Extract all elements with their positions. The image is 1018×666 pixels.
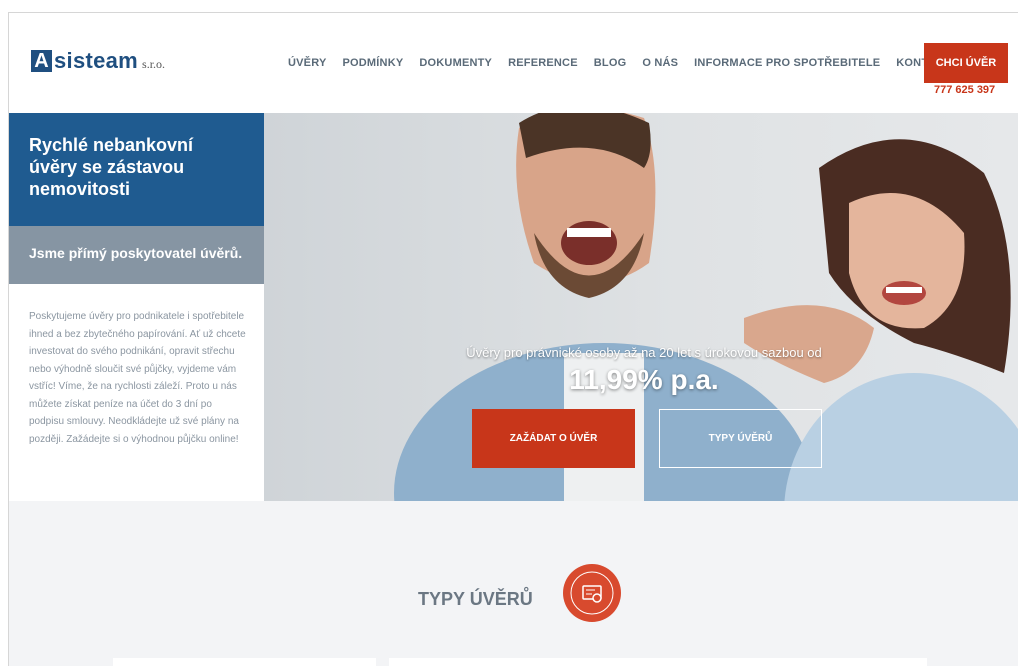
hero-rate: 11,99% p.a. <box>569 364 719 395</box>
hero-image-panel: Úvěry pro právnické osoby až na 20 let s… <box>264 113 1018 501</box>
nav-item-blog[interactable]: BLOG <box>594 57 627 69</box>
hero-subtitle: Jsme přímý poskytovatel úvěrů. <box>9 226 264 284</box>
logo-mark: A <box>31 50 52 72</box>
phone-number[interactable]: 777 625 397 <box>934 84 995 96</box>
logo-wordmark: sisteam <box>54 48 139 73</box>
nav-item-uvery[interactable]: ÚVĚRY <box>288 57 327 69</box>
hero-title: Rychlé nebankovní úvěry se zástavou nemo… <box>9 113 264 226</box>
zadat-o-uver-button[interactable]: ZAŽÁDAT O ÚVĚR <box>472 409 635 468</box>
logo[interactable]: A sisteam s.r.o. <box>31 50 165 72</box>
hero-tagline: Úvěry pro právnické osoby až na 20 let s… <box>466 345 822 360</box>
hero-section: Rychlé nebankovní úvěry se zástavou nemo… <box>9 113 1018 501</box>
typy-uveru-button[interactable]: TYPY ÚVĚRŮ <box>659 409 822 468</box>
loan-type-card[interactable] <box>113 658 376 666</box>
page-frame: A sisteam s.r.o. ÚVĚRY PODMÍNKY DOKUMENT… <box>8 12 1018 666</box>
chci-uver-button[interactable]: CHCI ÚVĚR <box>924 43 1008 83</box>
main-nav: ÚVĚRY PODMÍNKY DOKUMENTY REFERENCE BLOG … <box>288 57 967 69</box>
loan-type-card[interactable] <box>389 658 927 666</box>
nav-item-reference[interactable]: REFERENCE <box>508 57 578 69</box>
nav-item-podminky[interactable]: PODMÍNKY <box>343 57 404 69</box>
nav-item-o-nas[interactable]: O NÁS <box>642 57 678 69</box>
hero-left-panel: Rychlé nebankovní úvěry se zástavou nemo… <box>9 113 264 501</box>
site-header: A sisteam s.r.o. ÚVĚRY PODMÍNKY DOKUMENT… <box>9 13 1018 113</box>
nav-item-informace[interactable]: INFORMACE PRO SPOTŘEBITELE <box>694 57 880 69</box>
loan-types-section: TYPY ÚVĚRŮ <box>9 501 1018 666</box>
hero-photo-couple <box>394 113 1018 501</box>
hero-description: Poskytujeme úvěry pro podnikatele i spot… <box>29 311 246 445</box>
logo-suffix: s.r.o. <box>142 57 166 71</box>
nav-item-dokumenty[interactable]: DOKUMENTY <box>419 57 492 69</box>
section-title: TYPY ÚVĚRŮ <box>418 589 533 609</box>
licensed-provider-badge-icon <box>563 564 621 622</box>
